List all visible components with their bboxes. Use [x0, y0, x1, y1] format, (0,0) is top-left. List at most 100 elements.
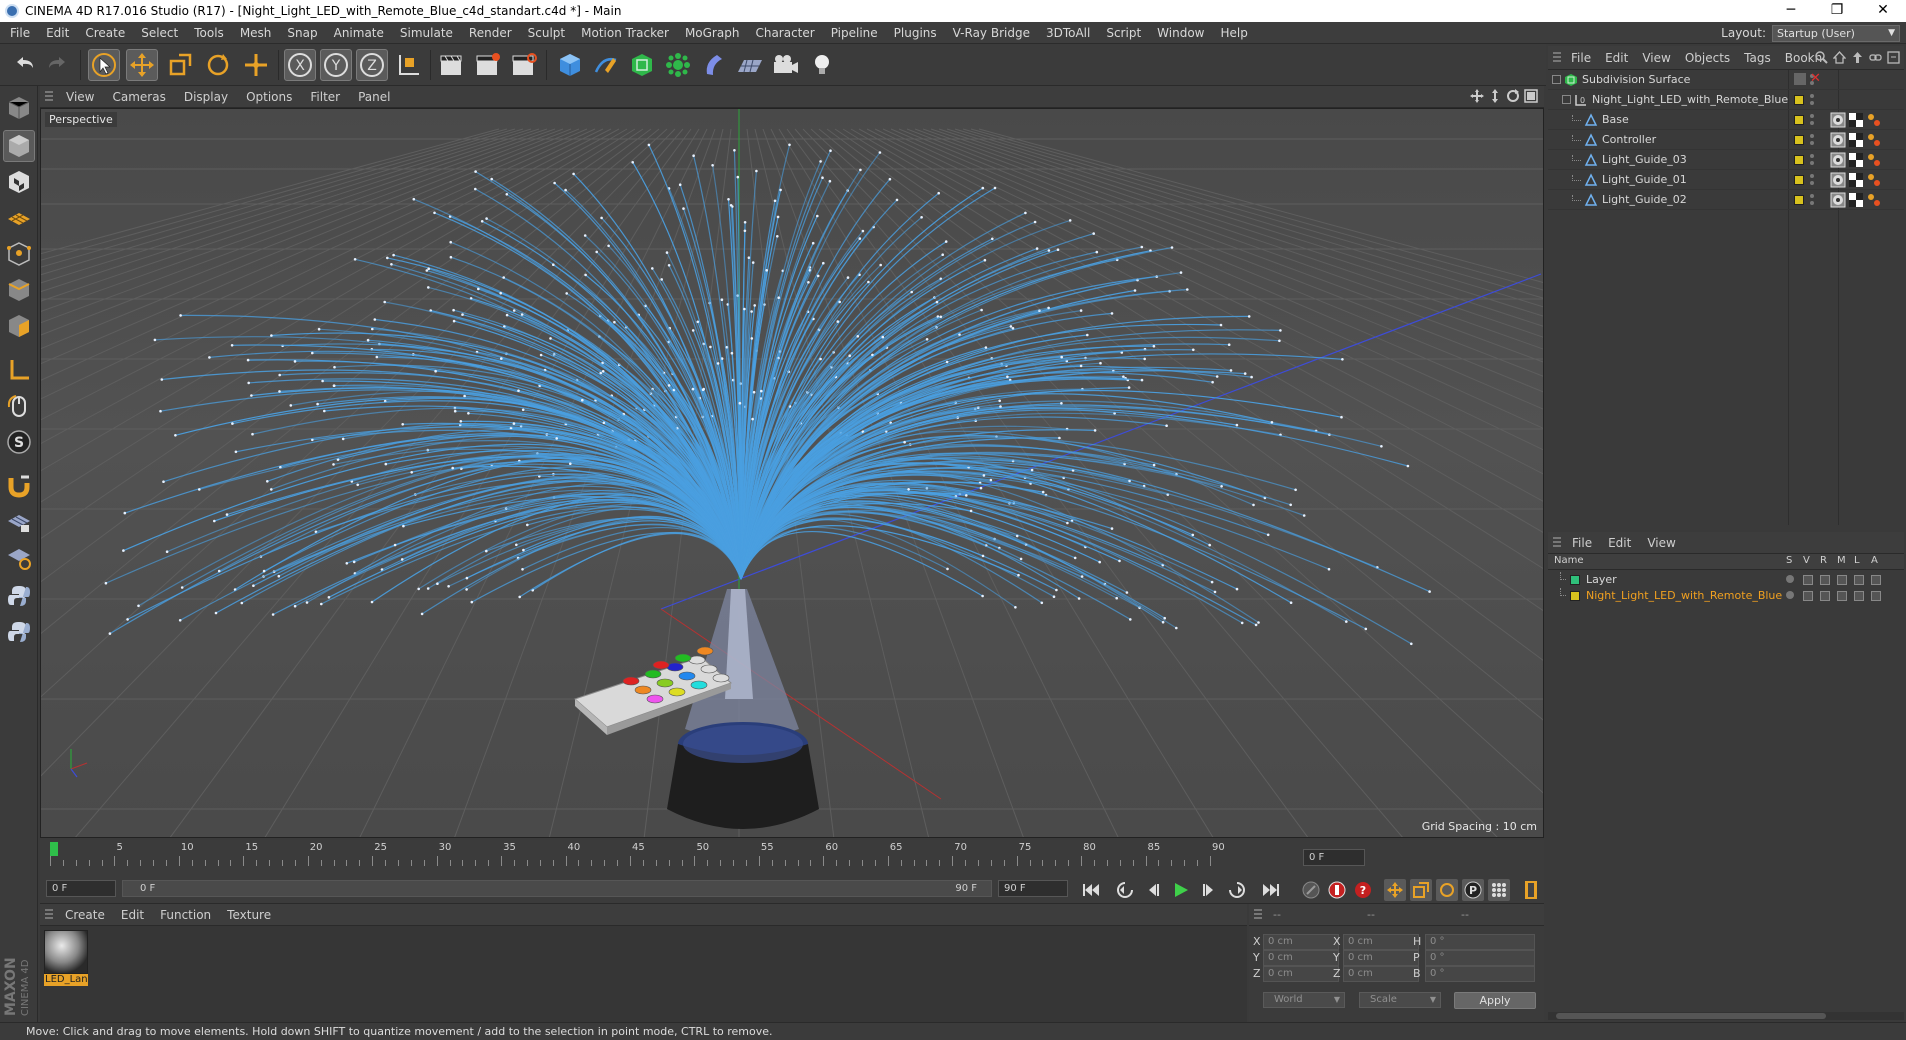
menu-render[interactable]: Render	[461, 22, 520, 44]
layer-color-swatch[interactable]	[1794, 115, 1804, 125]
scene-floor-button[interactable]	[734, 49, 766, 81]
keyframe-selection-button[interactable]: ?	[1352, 879, 1374, 901]
magnet-button[interactable]	[3, 470, 35, 502]
editor-visibility-dot[interactable]	[1810, 134, 1814, 138]
menu-select[interactable]: Select	[133, 22, 186, 44]
zoom-icon[interactable]	[1488, 89, 1502, 103]
render-settings-button[interactable]	[508, 49, 540, 81]
viewport-menu-panel[interactable]: Panel	[349, 86, 399, 108]
spline-pen-button[interactable]	[590, 49, 622, 81]
edges-mode-button[interactable]	[3, 274, 35, 306]
object-menu-file[interactable]: File	[1564, 46, 1598, 70]
menu-file[interactable]: File	[2, 22, 38, 44]
coord-field-c[interactable]: 0 °	[1425, 934, 1535, 950]
layout-dropdown[interactable]: Startup (User) ▼	[1772, 24, 1900, 42]
coord-field-a[interactable]: 0 cm	[1263, 966, 1339, 982]
axis-mode-button[interactable]	[3, 354, 35, 386]
object-menu-view[interactable]: View	[1635, 46, 1677, 70]
menu-mograph[interactable]: MoGraph	[677, 22, 748, 44]
object-menu-edit[interactable]: Edit	[1598, 46, 1635, 70]
start-frame-field[interactable]: 0 F	[46, 880, 116, 897]
layer-color-swatch[interactable]	[1794, 95, 1804, 105]
coord-field-a[interactable]: 0 cm	[1263, 934, 1339, 950]
timeline-window-button[interactable]	[1520, 879, 1542, 901]
go-to-end-button[interactable]	[1260, 879, 1282, 901]
checkmark-toggle-icon[interactable]	[1794, 73, 1806, 85]
go-to-start-button[interactable]	[1080, 879, 1102, 901]
uvw-tag-icon[interactable]	[1848, 112, 1864, 128]
render-visibility-dot[interactable]	[1810, 101, 1814, 105]
render-visibility-dot[interactable]	[1810, 141, 1814, 145]
horizontal-scrollbar[interactable]	[1548, 1012, 1904, 1020]
orbit-icon[interactable]	[1506, 89, 1520, 103]
key-scale-button[interactable]	[1410, 879, 1432, 901]
editor-visibility-dot[interactable]	[1810, 194, 1814, 198]
z-axis-lock-button[interactable]: Z	[356, 49, 388, 81]
render-icon[interactable]	[1820, 591, 1830, 601]
layer-col-manager[interactable]: M	[1837, 555, 1846, 566]
scale-tool[interactable]	[164, 49, 196, 81]
disable-x-icon[interactable]: ✕	[1810, 71, 1821, 87]
y-axis-lock-button[interactable]: Y	[320, 49, 352, 81]
menu-pipeline[interactable]: Pipeline	[823, 22, 886, 44]
polygons-mode-button[interactable]	[3, 310, 35, 342]
editor-visibility-dot[interactable]	[1810, 94, 1814, 98]
viewport-menu-display[interactable]: Display	[175, 86, 237, 108]
render-visibility-dot[interactable]	[1810, 161, 1814, 165]
menu-motion-tracker[interactable]: Motion Tracker	[573, 22, 677, 44]
redo-button[interactable]	[42, 49, 74, 81]
preview-range-slider[interactable]: 0 F 90 F	[122, 880, 992, 897]
texture-tag-icon[interactable]	[1830, 172, 1846, 188]
manager-icon[interactable]	[1837, 575, 1847, 585]
snap-button[interactable]: S	[3, 426, 35, 458]
python-script-2-button[interactable]	[3, 616, 35, 648]
animation-icon[interactable]	[1871, 575, 1881, 585]
uvw-tag-icon[interactable]	[1848, 152, 1864, 168]
coord-field-a[interactable]: 0 cm	[1263, 950, 1339, 966]
texture-tag-icon[interactable]	[1830, 112, 1846, 128]
menu-character[interactable]: Character	[747, 22, 822, 44]
link-icon[interactable]	[1869, 51, 1882, 64]
visible-eye-icon[interactable]	[1803, 575, 1813, 585]
layer-col-visible[interactable]: V	[1803, 555, 1810, 566]
play-button[interactable]	[1170, 879, 1192, 901]
expand-panel-icon[interactable]	[1887, 51, 1900, 64]
phong-tag-icon[interactable]	[1866, 132, 1882, 148]
object-row[interactable]: Light_Guide_03	[1548, 150, 1904, 170]
uvw-tag-icon[interactable]	[1848, 172, 1864, 188]
material-menu-texture[interactable]: Texture	[219, 904, 279, 926]
viewport-menu-cameras[interactable]: Cameras	[103, 86, 174, 108]
key-parameter-button[interactable]: P	[1462, 879, 1484, 901]
object-row[interactable]: 0 Night_Light_LED_with_Remote_Blue	[1548, 90, 1904, 110]
uvw-tag-icon[interactable]	[1848, 192, 1864, 208]
make-editable-button[interactable]	[3, 92, 35, 124]
object-row[interactable]: Light_Guide_01	[1548, 170, 1904, 190]
coord-field-b[interactable]: 0 cm	[1343, 966, 1419, 982]
record-keys-button[interactable]	[1300, 879, 1322, 901]
search-icon[interactable]	[1815, 51, 1828, 64]
layer-color-swatch[interactable]	[1794, 195, 1804, 205]
viewport-menu-filter[interactable]: Filter	[301, 86, 349, 108]
menu-plugins[interactable]: Plugins	[886, 22, 945, 44]
key-pla-button[interactable]	[1488, 879, 1510, 901]
menu-create[interactable]: Create	[77, 22, 133, 44]
layer-col-animation[interactable]: A	[1871, 555, 1878, 566]
texture-tag-icon[interactable]	[1830, 192, 1846, 208]
menu-v-ray-bridge[interactable]: V-Ray Bridge	[945, 22, 1038, 44]
undo-button[interactable]	[8, 49, 40, 81]
x-axis-lock-button[interactable]: X	[284, 49, 316, 81]
workplane-lock-button[interactable]	[3, 506, 35, 538]
maximize-view-icon[interactable]	[1524, 89, 1538, 103]
scrollbar-thumb[interactable]	[1556, 1013, 1826, 1019]
autokey-button[interactable]	[1326, 879, 1348, 901]
object-menu-objects[interactable]: Objects	[1678, 46, 1737, 70]
object-row[interactable]: Base	[1548, 110, 1904, 130]
layer-col-render[interactable]: R	[1820, 555, 1827, 566]
manager-icon[interactable]	[1837, 591, 1847, 601]
lock-icon[interactable]	[1854, 591, 1864, 601]
object-row[interactable]: Subdivision Surface ✕	[1548, 70, 1904, 90]
model-mode-button[interactable]	[3, 130, 35, 162]
transform-tool[interactable]	[240, 49, 272, 81]
layer-color-swatch[interactable]	[1794, 135, 1804, 145]
solo-dot-icon[interactable]	[1786, 575, 1794, 583]
